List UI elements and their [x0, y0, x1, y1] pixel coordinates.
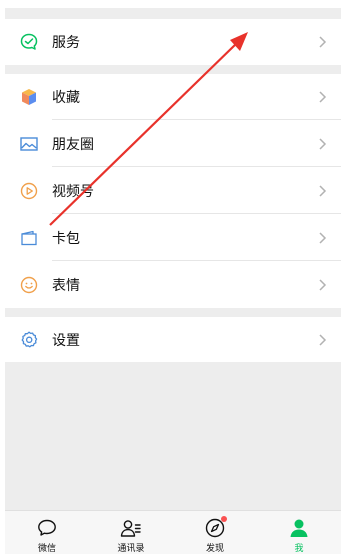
chevron-right-icon — [319, 333, 327, 346]
tab-chats[interactable]: 微信 — [5, 511, 89, 554]
tab-label: 微信 — [37, 544, 56, 554]
image-icon — [18, 133, 40, 155]
menu-item-label: 卡包 — [52, 231, 80, 247]
row-separator — [52, 166, 341, 167]
features-group: 收藏 朋友圈 视频号 卡包 表情 — [5, 74, 341, 308]
notification-badge — [221, 516, 227, 522]
tab-label: 我 — [294, 544, 304, 554]
section-divider — [5, 308, 341, 317]
play-circle-icon — [18, 180, 40, 202]
service-icon — [18, 31, 40, 53]
tab-label: 发现 — [205, 544, 224, 554]
menu-item-label: 服务 — [52, 35, 80, 51]
menu-item-label: 朋友圈 — [52, 137, 94, 153]
menu-item-favorites[interactable]: 收藏 — [5, 74, 341, 120]
menu-item-label: 视频号 — [52, 184, 94, 200]
tab-label: 通讯录 — [117, 544, 145, 554]
gear-icon — [18, 329, 40, 351]
chevron-right-icon — [319, 185, 327, 197]
cube-icon — [18, 86, 40, 108]
chevron-right-icon — [319, 232, 327, 244]
bottom-tab-bar: 微信 通讯录 发现 我 — [5, 510, 341, 554]
me-page: 服务 收藏 朋友圈 视频号 卡包 表情 设置 微信 通讯录 发现 我 — [0, 0, 344, 554]
menu-item-settings[interactable]: 设置 — [5, 317, 341, 362]
contacts-icon — [119, 517, 143, 539]
section-divider — [5, 65, 341, 74]
chevron-right-icon — [319, 36, 327, 48]
menu-item-stickers[interactable]: 表情 — [5, 262, 341, 308]
menu-item-label: 表情 — [52, 278, 80, 294]
chevron-right-icon — [319, 138, 327, 150]
row-separator — [52, 260, 341, 261]
smiley-icon — [18, 274, 40, 296]
chevron-right-icon — [319, 279, 327, 291]
chat-bubble-icon — [35, 517, 59, 539]
person-icon — [287, 517, 311, 539]
wallet-icon — [18, 227, 40, 249]
chevron-right-icon — [319, 91, 327, 103]
menu-item-label: 设置 — [52, 332, 80, 349]
menu-item-cards[interactable]: 卡包 — [5, 215, 341, 261]
menu-item-service[interactable]: 服务 — [5, 19, 341, 65]
top-spacer — [0, 0, 344, 19]
empty-area — [5, 362, 341, 510]
compass-icon — [203, 516, 227, 539]
menu-item-label: 收藏 — [52, 90, 80, 106]
row-separator — [52, 119, 341, 120]
tab-me[interactable]: 我 — [257, 511, 341, 554]
settings-group: 设置 — [5, 317, 341, 362]
tab-discover[interactable]: 发现 — [173, 511, 257, 554]
row-separator — [52, 213, 341, 214]
tab-contacts[interactable]: 通讯录 — [89, 511, 173, 554]
menu-item-channels[interactable]: 视频号 — [5, 168, 341, 214]
service-group: 服务 — [5, 19, 341, 65]
menu-item-moments[interactable]: 朋友圈 — [5, 121, 341, 167]
top-divider-band — [5, 8, 341, 19]
